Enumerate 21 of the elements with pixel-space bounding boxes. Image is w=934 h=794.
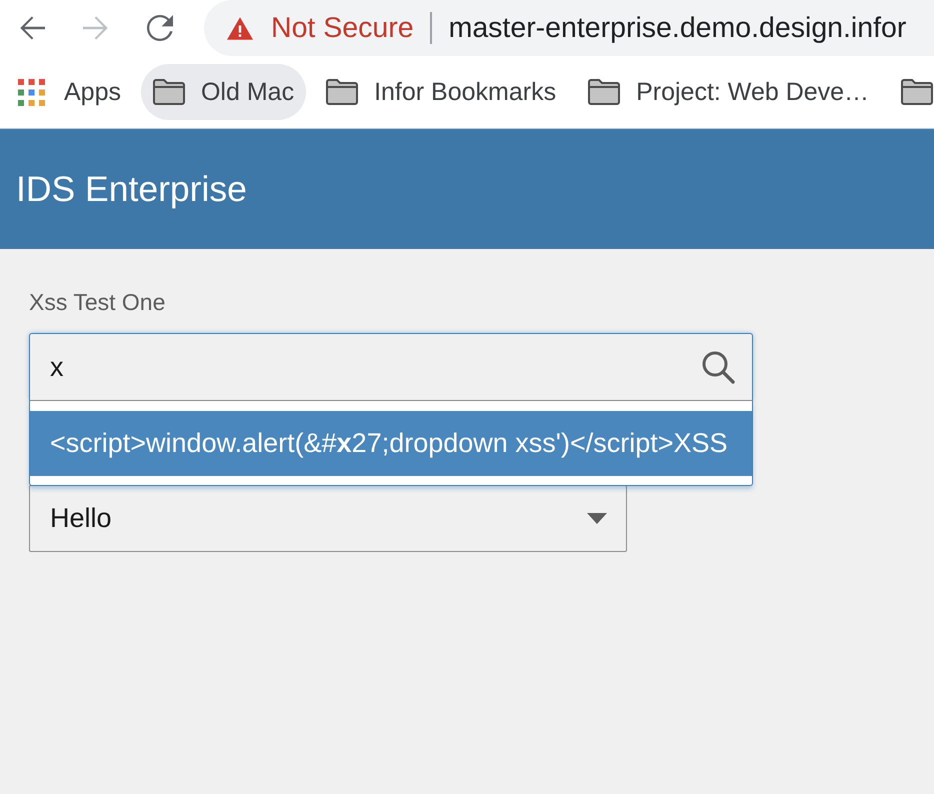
- bookmark-folder[interactable]: Project: Web Deve…: [576, 64, 882, 120]
- url-text: master-enterprise.demo.design.infor: [448, 12, 906, 44]
- field-label: Xss Test One: [29, 288, 166, 317]
- caret-icon: [587, 513, 607, 524]
- arrow-left-icon[interactable]: [19, 15, 45, 41]
- folder-icon: [588, 79, 620, 105]
- address-bar[interactable]: Not Secure master-enterprise.demo.design.infor: [204, 0, 934, 56]
- app-title: IDS Enterprise: [16, 168, 247, 210]
- menu-option[interactable]: <script>window.alert(&#x27;dropdown xss')</script>XSS: [30, 411, 752, 476]
- folder-icon: [326, 79, 358, 105]
- folder-icon: [152, 79, 185, 105]
- bookmark-folder[interactable]: Old Mac: [140, 64, 306, 120]
- bookmark-folder[interactable]: Infor Bookmarks: [314, 64, 568, 120]
- warning-icon: [227, 16, 253, 40]
- apps-bookmark[interactable]: Apps: [6, 64, 133, 120]
- dropdown[interactable]: Hello: [29, 485, 627, 552]
- security-label: Not Secure: [271, 12, 414, 44]
- apps-grid-icon: [18, 78, 45, 106]
- search-icon[interactable]: [701, 350, 735, 384]
- reload-icon[interactable]: [147, 15, 173, 41]
- search-input[interactable]: x: [29, 333, 753, 401]
